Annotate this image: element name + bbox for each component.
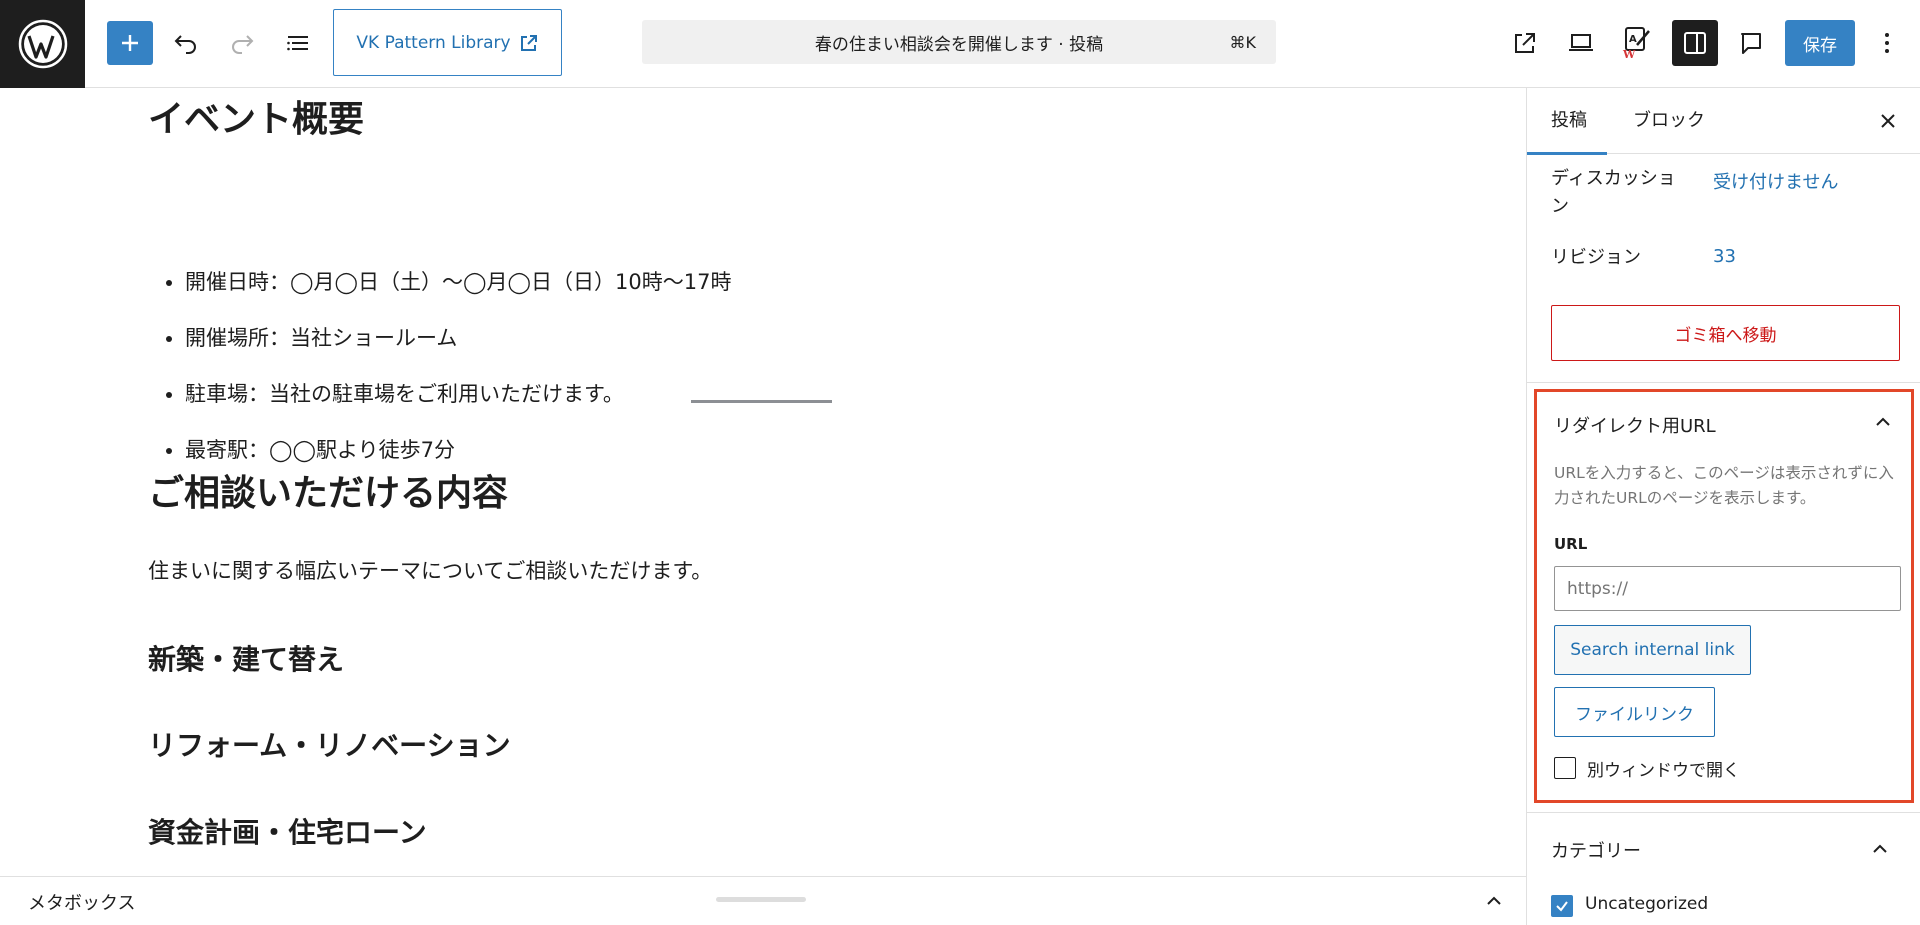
heading-consultation[interactable]: ご相談いただける内容 [148, 464, 508, 516]
subheading-renovation[interactable]: リフォーム・リノベーション [148, 724, 511, 764]
save-button[interactable]: 保存 [1785, 20, 1855, 66]
category-label: Uncategorized [1585, 894, 1709, 914]
redirect-url-panel: リダイレクト用URL URLを入力すると、このページは表示されずに入力されたUR… [1534, 389, 1914, 803]
svg-text:A: A [1629, 34, 1637, 45]
more-options-button[interactable] [1872, 22, 1902, 64]
sidebar-icon [1684, 32, 1706, 54]
separator-block[interactable] [691, 400, 832, 403]
external-link-icon [1515, 33, 1535, 53]
category-checkbox-uncategorized[interactable] [1551, 895, 1573, 917]
category-panel-title[interactable]: カテゴリー [1551, 837, 1641, 863]
device-preview-button[interactable] [1560, 22, 1602, 64]
discussion-value[interactable]: 受け付けません [1713, 168, 1838, 194]
revision-count[interactable]: 33 [1713, 246, 1736, 267]
subheading-financing[interactable]: 資金計画・住宅ローン [148, 811, 427, 851]
add-block-button[interactable] [107, 21, 153, 65]
list-view-icon [287, 36, 308, 51]
event-details-list[interactable]: 開催日時：◯月◯日（土）〜◯月◯日（日）10時〜17時 開催場所：当社ショールー… [185, 264, 731, 488]
close-icon[interactable] [1875, 108, 1901, 134]
undo-button[interactable] [166, 21, 206, 65]
spellcheck-icon: A W [1622, 27, 1650, 61]
spellcheck-button[interactable]: A W [1616, 22, 1658, 64]
editor-canvas: イベント概要 開催日時：◯月◯日（土）〜◯月◯日（日）10時〜17時 開催場所：… [0, 88, 1526, 876]
wordpress-icon [18, 19, 67, 69]
check-icon [1556, 901, 1568, 912]
open-new-window-checkbox[interactable] [1554, 757, 1576, 779]
redirect-panel-title[interactable]: リダイレクト用URL [1554, 412, 1716, 438]
wordpress-logo-button[interactable] [0, 0, 85, 88]
command-shortcut: ⌘K [1229, 32, 1257, 52]
undo-icon [174, 35, 196, 54]
desktop-icon [1569, 34, 1593, 51]
divider [1527, 812, 1920, 813]
discussion-label: ディスカッショ ン [1551, 168, 1676, 217]
move-to-trash-button[interactable]: ゴミ箱へ移動 [1551, 305, 1900, 361]
divider [1527, 382, 1920, 383]
redirect-url-input[interactable] [1554, 566, 1901, 611]
metabox-panel[interactable]: メタボックス [0, 876, 1526, 925]
settings-sidebar: 投稿 ブロック ディスカッショ ン 受け付けません リビジョン 33 ゴミ箱へ移… [1526, 88, 1920, 925]
paragraph-block[interactable]: 住まいに関する幅広いテーマについてご相談いただけます。 [148, 555, 712, 585]
open-new-window-label: 別ウィンドウで開く [1587, 761, 1740, 781]
vk-pattern-library-button[interactable]: VK Pattern Library [333, 9, 562, 76]
chevron-up-icon[interactable] [1868, 837, 1892, 861]
tab-post[interactable]: 投稿 [1527, 88, 1607, 155]
redirect-description: URLを入力すると、このページは表示されずに入力されたURLのページを表示します… [1554, 464, 1894, 507]
external-link-icon [520, 34, 537, 51]
document-title: 春の住まい相談会を開催します · 投稿 [814, 34, 1104, 55]
plus-icon [122, 35, 138, 51]
list-item[interactable]: 開催日時：◯月◯日（土）〜◯月◯日（日）10時〜17時 [185, 264, 731, 320]
redo-button[interactable] [222, 21, 262, 65]
command-palette-bar[interactable]: 春の住まい相談会を開催します · 投稿 ⌘K [642, 20, 1276, 64]
editor-toolbar: VK Pattern Library 春の住まい相談会を開催します · 投稿 ⌘… [0, 0, 1920, 88]
heading-event-overview[interactable]: イベント概要 [148, 90, 364, 142]
comment-icon [1741, 33, 1761, 54]
metabox-label: メタボックス [28, 893, 136, 914]
tab-block[interactable]: ブロック [1633, 88, 1705, 154]
settings-sidebar-toggle[interactable] [1672, 20, 1718, 66]
chevron-up-icon[interactable] [1482, 889, 1506, 913]
revision-label: リビジョン [1551, 247, 1641, 268]
resize-handle[interactable] [716, 897, 806, 902]
list-item[interactable]: 開催場所：当社ショールーム [185, 320, 731, 376]
redo-icon [232, 35, 254, 54]
vk-pattern-library-label: VK Pattern Library [356, 32, 511, 53]
search-internal-link-button[interactable]: Search internal link [1554, 625, 1751, 675]
more-vertical-icon [1885, 33, 1889, 53]
file-link-button[interactable]: ファイルリンク [1554, 687, 1715, 737]
sidebar-tabs: 投稿 ブロック [1527, 88, 1920, 155]
url-label: URL [1554, 535, 1588, 553]
subheading-new-build[interactable]: 新築・建て替え [148, 638, 344, 678]
svg-text:W: W [1622, 48, 1636, 61]
document-overview-button[interactable] [278, 21, 318, 65]
view-post-button[interactable] [1504, 22, 1546, 64]
chevron-up-icon[interactable] [1871, 410, 1895, 434]
list-item[interactable]: 駐車場：当社の駐車場をご利用いただけます。 [185, 376, 731, 432]
comments-button[interactable] [1730, 22, 1772, 64]
